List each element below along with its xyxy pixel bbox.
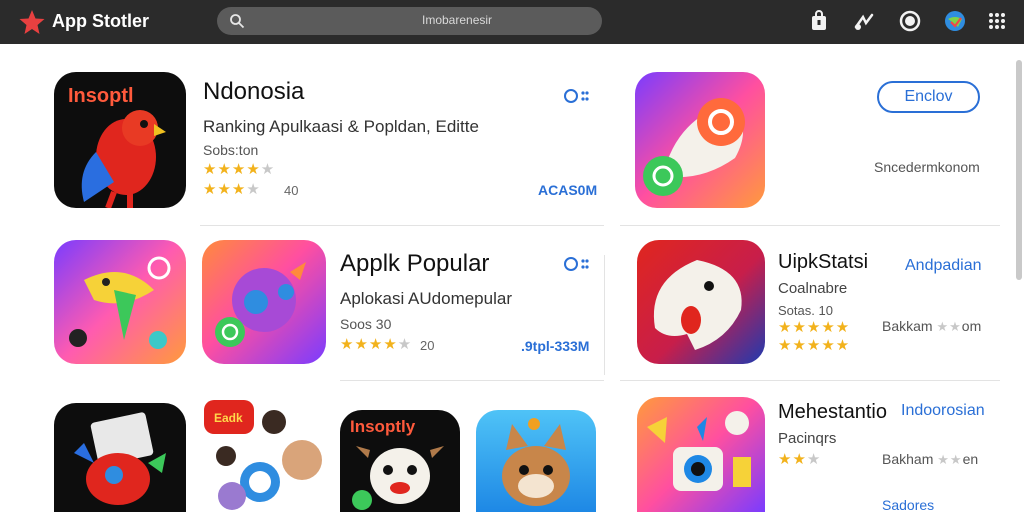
grid-menu-icon[interactable] [986, 10, 1008, 32]
app-icon-bird[interactable] [54, 240, 186, 364]
divider [620, 225, 1000, 226]
divider [340, 380, 604, 381]
creature-icon [215, 262, 306, 347]
cat-icon [502, 418, 570, 506]
top-bar: App Stotler Imobarenesir [0, 0, 1024, 44]
app-icon-ghost[interactable] [637, 240, 765, 364]
parrot-icon: Insoptl [68, 85, 166, 208]
app-name[interactable]: Ndonosia [203, 78, 304, 106]
icon-caption: Insoptly [350, 417, 416, 436]
divider [200, 225, 604, 226]
search-input[interactable]: Imobarenesir [422, 13, 492, 27]
people-icon: Eadk [204, 400, 322, 510]
price-label[interactable]: ACAS0M [538, 182, 597, 198]
app-link[interactable]: Andpadian [905, 257, 982, 275]
rating-stars: ★★★★★ [203, 161, 276, 178]
music-icon[interactable] [853, 10, 875, 32]
app-icon-tablet[interactable] [54, 403, 186, 512]
tablet-icon [74, 412, 166, 505]
app-category: Coalnabre [778, 280, 848, 297]
badge-text: Eadk [214, 411, 243, 425]
bottom-link[interactable]: Sadores [882, 497, 934, 513]
app-category: Pacinqrs [778, 430, 837, 447]
app-icon-creature[interactable] [202, 240, 326, 364]
rating-stars-secondary: ★★★★ [203, 181, 261, 198]
count-label: Bakkam ★★om [882, 318, 982, 334]
bird-icon [69, 256, 171, 349]
rating-stars: ★★★★★ [340, 336, 413, 353]
chat-icon [643, 98, 745, 196]
app-icon-cow[interactable]: Insoptly [340, 410, 460, 512]
rating-stars-secondary: ★★★★★ [778, 337, 851, 354]
profile-globe-icon[interactable] [944, 10, 966, 32]
bag-icon[interactable] [808, 10, 830, 32]
record-icon[interactable] [899, 10, 921, 32]
ghost-icon [653, 260, 742, 350]
count-label: Bakham ★★en [882, 451, 979, 467]
price-label[interactable]: .9tpl-333M [521, 338, 589, 354]
top-action-button[interactable]: Enclov [877, 81, 980, 113]
divider [620, 380, 1000, 381]
rating-count: 40 [284, 183, 299, 198]
search-bar[interactable]: Imobarenesir [217, 7, 602, 35]
app-icon-chat[interactable] [635, 72, 765, 208]
top-caption: Sncedermkonom [874, 159, 980, 175]
icon-caption: Insoptl [68, 85, 134, 107]
app-name[interactable]: UipkStatsi [778, 251, 868, 274]
app-developer: Soos 30 [340, 316, 392, 332]
more-options-icon[interactable] [563, 88, 589, 104]
app-name[interactable]: Mehestantio [778, 401, 887, 424]
app-icon-parrot[interactable]: Insoptl [54, 72, 186, 208]
more-options-icon[interactable] [563, 256, 589, 272]
divider [604, 255, 605, 375]
app-meta: Sotas. 10 [778, 303, 833, 318]
camera-icon [647, 411, 751, 491]
app-icon-cat[interactable] [476, 410, 596, 512]
rating-stars: ★★★ [778, 451, 822, 468]
app-icon-people[interactable]: Eadk [202, 398, 326, 512]
app-link[interactable]: Indoorosian [901, 402, 985, 420]
rating-stars: ★★★★★ [778, 319, 851, 336]
app-title[interactable]: App Stotler [52, 11, 149, 32]
app-subtitle: Ranking Apulkaasi & Popldan, Editte [203, 117, 479, 136]
app-subtitle: Aplokasi AUdomepular [340, 289, 512, 308]
star-logo-icon[interactable] [18, 8, 46, 36]
search-icon [230, 14, 245, 29]
app-developer: Sobs:ton [203, 142, 259, 158]
scrollbar[interactable] [1016, 60, 1022, 280]
app-icon-camera[interactable] [637, 397, 765, 512]
cow-icon: Insoptly [350, 417, 444, 510]
rating-count: 20 [420, 338, 435, 353]
app-name[interactable]: Applk Popular [340, 250, 489, 278]
